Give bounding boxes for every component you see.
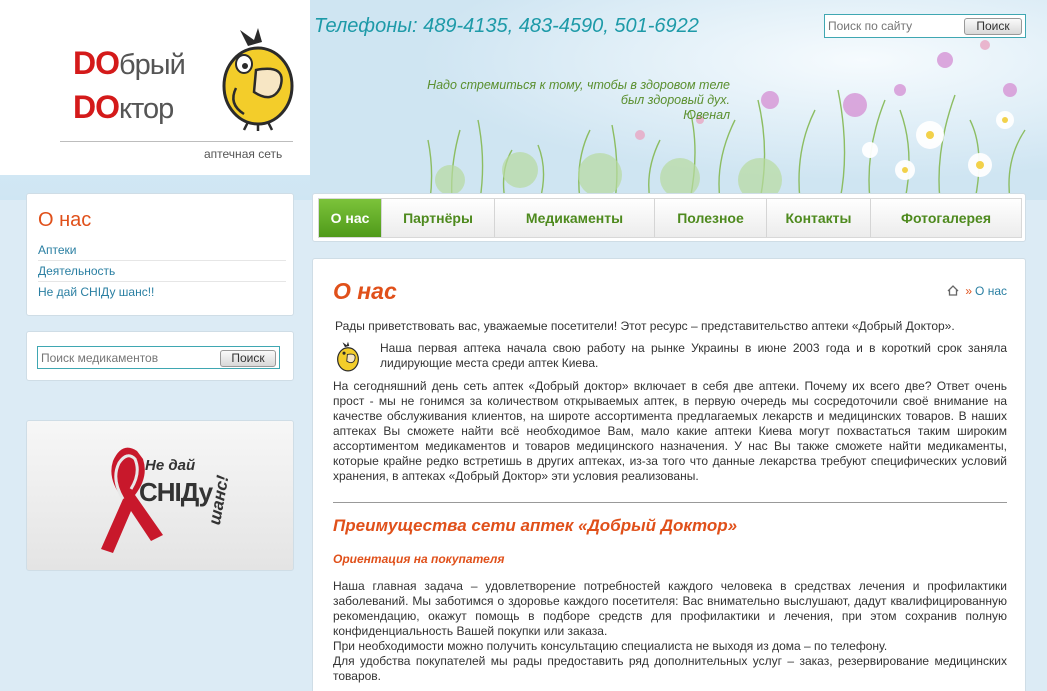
- breadcrumb: » О нас: [947, 284, 1007, 298]
- nav-item-medications[interactable]: Медикаменты: [495, 199, 655, 237]
- sidebar-menu: Аптеки Деятельность Не дай СНІДу шанс!!: [38, 240, 286, 303]
- history-text: Наша первая аптека начала свою работу на…: [380, 341, 1007, 370]
- quote-author: Ювенал: [683, 108, 730, 122]
- advantages-heading: Преимущества сети аптек «Добрый Доктор»: [333, 516, 738, 535]
- history-bird-icon: [333, 341, 363, 378]
- sidebar-item-pharmacies[interactable]: Аптеки: [38, 240, 286, 261]
- banner-line-2: СНІДу: [139, 477, 213, 507]
- logo-line-2: DOктор: [73, 89, 174, 125]
- sidebar-item-aids-campaign[interactable]: Не дай СНІДу шанс!!: [38, 282, 286, 303]
- medication-search-panel: Поиск: [26, 331, 294, 381]
- medication-search-button[interactable]: Поиск: [220, 350, 276, 367]
- logo-bird-icon: [218, 26, 298, 136]
- phone-numbers: Телефоны: 489-4135, 483-4590, 501-6922: [314, 15, 699, 37]
- nav-item-gallery[interactable]: Фотогалерея: [871, 199, 1021, 237]
- medication-search-box: Поиск: [37, 346, 280, 369]
- home-icon[interactable]: [947, 284, 962, 298]
- quote-line-1: Надо стремиться к тому, чтобы в здоровом…: [427, 78, 730, 92]
- page-title: О нас: [333, 278, 397, 304]
- sidebar-about-panel: О нас Аптеки Деятельность Не дай СНІДу ш…: [26, 193, 294, 316]
- orientation-heading: Ориентация на покупателя: [333, 552, 505, 566]
- nav-bar: О нас Партнёры Медикаменты Полезное Конт…: [318, 198, 1022, 238]
- logo[interactable]: DOбрый DOктор: [73, 42, 186, 130]
- phone-consult-text: При необходимости можно получить консуль…: [333, 639, 888, 653]
- quote-line-2: был здоровый дух.: [620, 93, 730, 107]
- banner-line-1: Не дай: [145, 457, 196, 474]
- task-text: Наша главная задача – удовлетворение пот…: [333, 579, 1007, 638]
- services-text: Для удобства покупателей мы рады предост…: [333, 654, 1007, 683]
- breadcrumb-current: О нас: [975, 284, 1007, 298]
- site-search-button[interactable]: Поиск: [964, 18, 1022, 35]
- sidebar-item-activity[interactable]: Деятельность: [38, 261, 286, 282]
- aids-campaign-banner[interactable]: Не дай СНІДу шанс!: [26, 420, 294, 571]
- breadcrumb-separator: »: [965, 284, 973, 298]
- content-divider: [333, 502, 1007, 503]
- logo-line-1: DOбрый: [73, 45, 186, 81]
- main-navigation: О нас Партнёры Медикаменты Полезное Конт…: [312, 193, 1026, 242]
- nav-item-useful[interactable]: Полезное: [655, 199, 767, 237]
- site-search: Поиск: [824, 14, 1026, 38]
- nav-item-about[interactable]: О нас: [319, 199, 382, 237]
- logo-divider: [60, 141, 293, 142]
- intro-text: Рады приветствовать вас, уважаемые посет…: [335, 319, 955, 333]
- today-text: На сегодняшний день сеть аптек «Добрый д…: [333, 379, 1007, 483]
- site-search-input[interactable]: [828, 18, 964, 34]
- nav-item-contacts[interactable]: Контакты: [767, 199, 871, 237]
- sidebar-title: О нас: [38, 209, 92, 231]
- logo-subtitle: аптечная сеть: [204, 147, 283, 161]
- medication-search-input[interactable]: [41, 350, 216, 366]
- quote: Надо стремиться к тому, чтобы в здоровом…: [390, 78, 730, 123]
- nav-item-partners[interactable]: Партнёры: [382, 199, 495, 237]
- content-panel: О нас » О нас Рады приветствовать вас, ув…: [312, 258, 1026, 691]
